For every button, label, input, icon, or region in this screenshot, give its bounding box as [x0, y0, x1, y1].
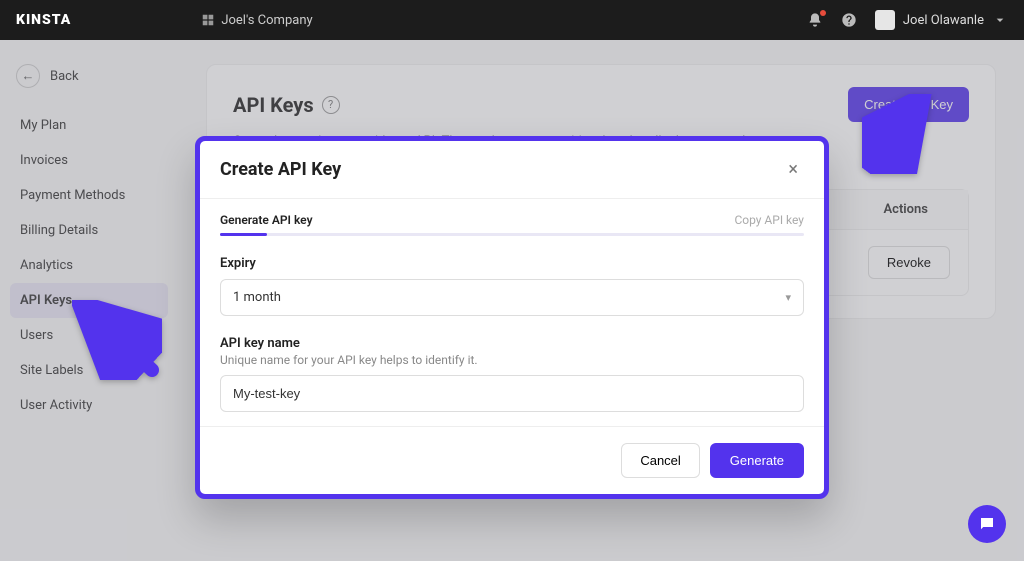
expiry-value: 1 month — [233, 290, 281, 305]
intercom-launcher[interactable] — [968, 505, 1006, 543]
cancel-button[interactable]: Cancel — [621, 443, 699, 478]
brand-logo: KINSTA — [16, 12, 71, 28]
user-menu[interactable]: Joel Olawanle — [875, 10, 1008, 30]
company-switcher[interactable]: Joel's Company — [201, 13, 312, 28]
help-icon — [841, 12, 857, 28]
chevron-down-icon — [992, 12, 1008, 28]
modal-overlay: Create API Key × Generate API key Copy A… — [0, 40, 1024, 561]
notifications-button[interactable] — [807, 12, 823, 28]
topbar: KINSTA Joel's Company Joel Olawanle — [0, 0, 1024, 40]
chevron-down-icon: ▾ — [785, 291, 791, 304]
step-progress — [220, 233, 804, 236]
generate-button[interactable]: Generate — [710, 443, 804, 478]
company-icon — [201, 13, 215, 27]
company-label: Joel's Company — [221, 13, 312, 28]
name-help: Unique name for your API key helps to id… — [220, 353, 804, 367]
chat-icon — [978, 515, 996, 533]
step-generate: Generate API key — [220, 213, 313, 227]
avatar — [875, 10, 895, 30]
name-label: API key name — [220, 336, 804, 351]
step-copy: Copy API key — [734, 213, 804, 227]
notification-dot — [820, 10, 826, 16]
expiry-select[interactable]: 1 month ▾ — [220, 279, 804, 316]
close-icon[interactable]: × — [782, 157, 804, 182]
modal-title: Create API Key — [220, 159, 341, 180]
create-api-key-modal: Create API Key × Generate API key Copy A… — [195, 136, 829, 499]
api-key-name-input[interactable] — [220, 375, 804, 412]
expiry-label: Expiry — [220, 256, 804, 271]
help-button[interactable] — [841, 12, 857, 28]
user-name: Joel Olawanle — [903, 13, 984, 28]
